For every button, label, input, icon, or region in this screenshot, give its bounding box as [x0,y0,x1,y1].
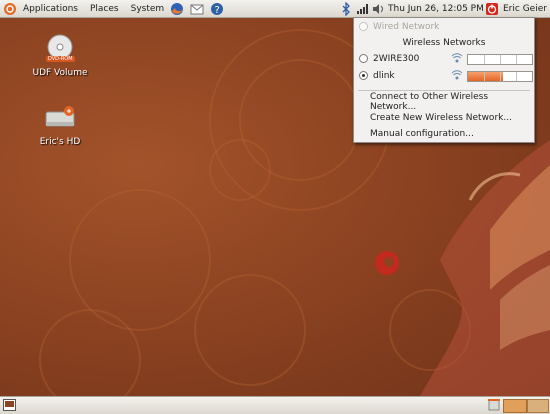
wired-network-item: Wired Network [354,19,534,34]
network-name: 2WIRE300 [373,53,420,64]
desktop-icon-label: Eric's HD [39,137,81,147]
user-switcher[interactable]: Eric Geier [500,0,550,17]
wireless-header: Wireless Networks [354,35,534,50]
network-radio-selected [359,71,368,80]
desktop-icon-udf-volume[interactable]: DVD-ROM UDF Volume [28,34,92,78]
workspace-1[interactable] [503,399,527,413]
signal-strength-fill [468,72,504,81]
wireless-header-label: Wireless Networks [402,37,486,48]
help-icon[interactable]: ? [207,0,227,17]
desktop-icon-erics-hd[interactable]: Eric's HD [28,106,92,147]
red-swirl [375,251,399,275]
menu-places[interactable]: Places [87,0,122,17]
network-item-2wire300[interactable]: 2WIRE300 [354,51,534,66]
show-desktop-icon[interactable] [3,399,16,414]
trash-icon[interactable] [488,398,500,414]
workspace-2[interactable] [527,399,549,413]
bluetooth-icon[interactable] [338,0,354,17]
wireless-icon [451,53,463,63]
manual-configuration-item[interactable]: Manual configuration... [354,126,534,141]
connect-other-network-label: Connect to Other Wireless Network... [370,91,489,112]
network-name: dlink [373,70,395,81]
desktop-icon-label: UDF Volume [32,68,88,78]
signal-strength-bar [467,54,533,65]
create-new-network-item[interactable]: Create New Wireless Network... [354,110,534,125]
bottom-panel [0,396,550,414]
menu-applications[interactable]: Applications [20,0,81,17]
firefox-launcher-icon[interactable] [167,0,187,17]
svg-text:?: ? [215,5,220,16]
signal-strength-bar [467,71,533,82]
network-item-dlink[interactable]: dlink [354,68,534,83]
wired-radio [359,22,368,31]
connect-other-network-item[interactable]: Connect to Other Wireless Network... [354,91,534,112]
wired-network-label: Wired Network [373,21,440,32]
create-new-network-label: Create New Wireless Network... [370,112,512,123]
network-manager-menu: Wired Network Wireless Networks 2WIRE300… [353,17,535,143]
network-radio [359,54,368,63]
manual-configuration-label: Manual configuration... [370,128,474,139]
top-panel: Applications Places System ? Thu Jun 26,… [0,0,550,18]
wireless-icon [451,70,463,80]
clock[interactable]: Thu Jun 26, 12:05 PM [385,0,487,17]
hard-drive-icon [45,106,75,127]
shutdown-icon[interactable] [482,0,502,17]
mail-launcher-icon[interactable] [187,0,207,17]
dvd-rom-badge: DVD-ROM [46,56,75,62]
ubuntu-logo-icon[interactable] [0,0,20,17]
menu-system[interactable]: System [128,0,168,17]
